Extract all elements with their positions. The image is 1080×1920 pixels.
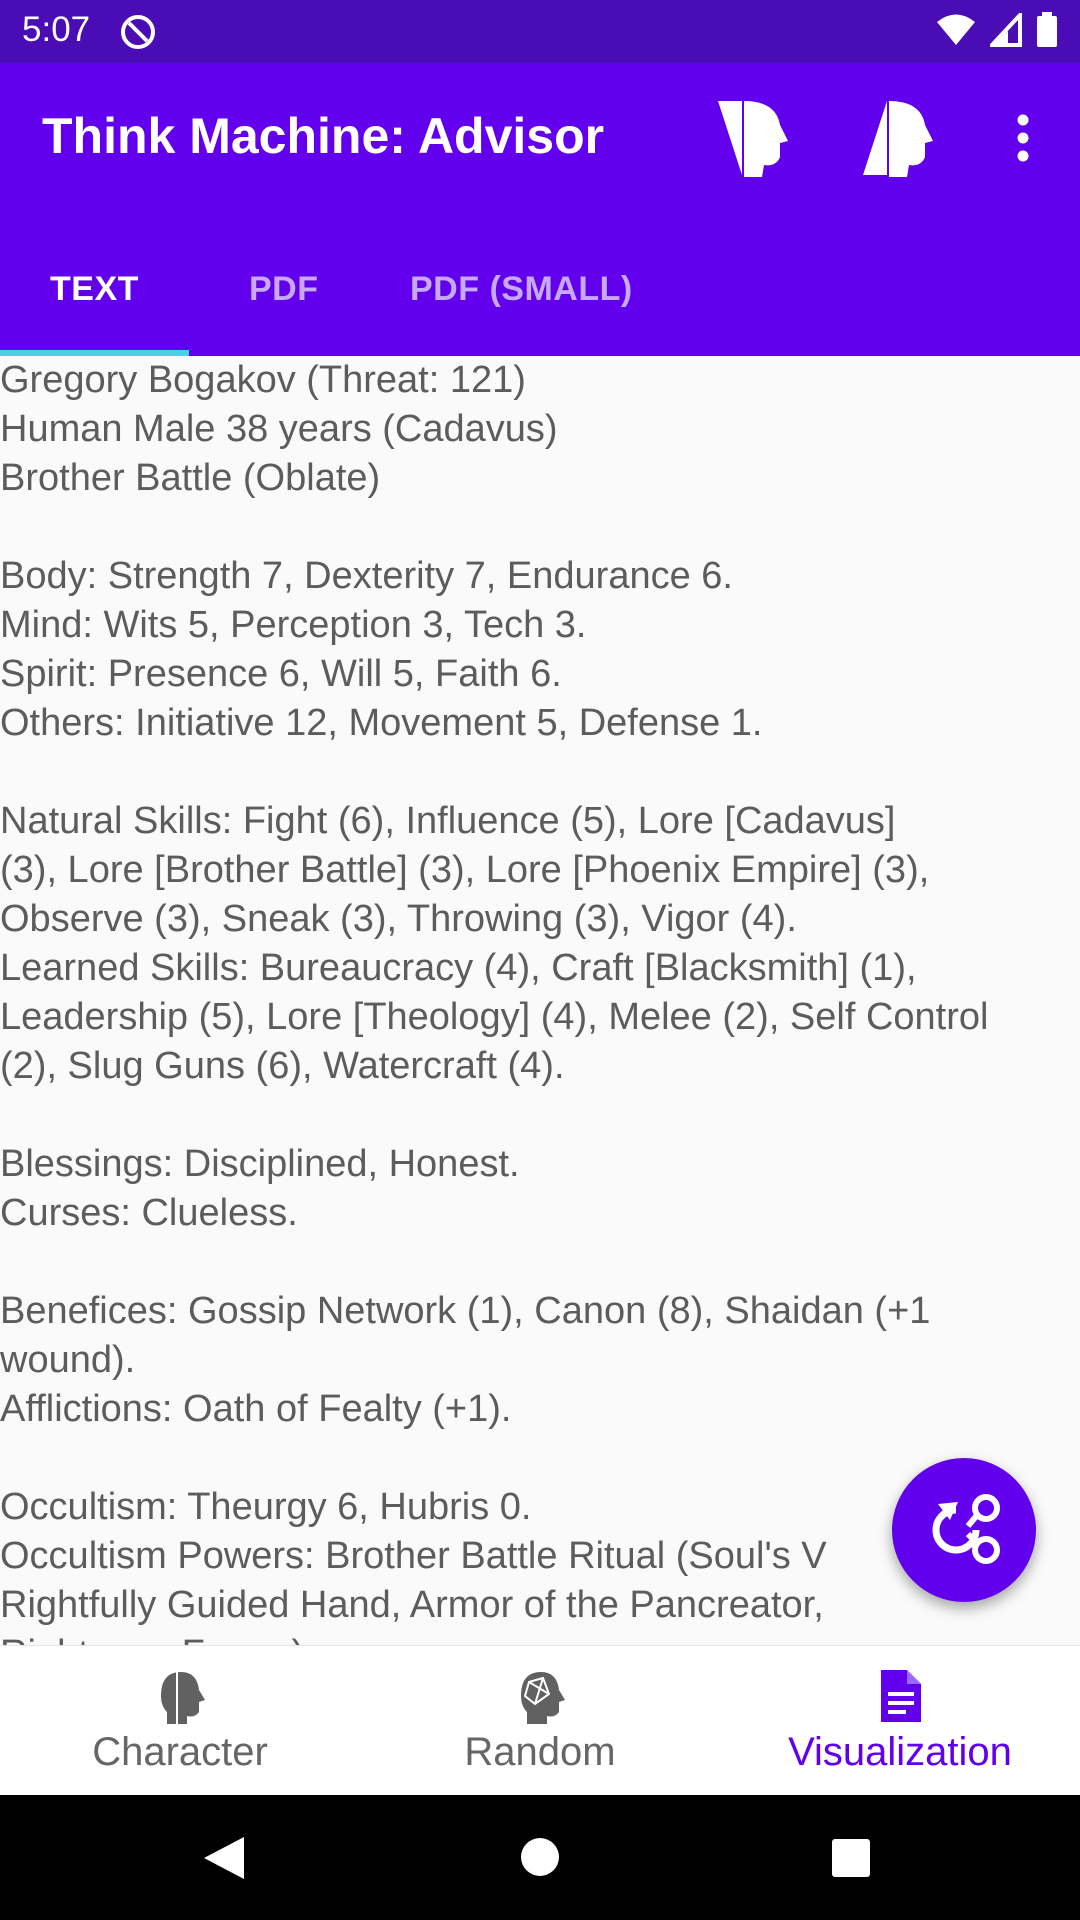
head-right-button[interactable] bbox=[855, 93, 945, 183]
content-line: Leadership (5), Lore [Theology] (4), Mel… bbox=[0, 996, 989, 1038]
content-line: wound). bbox=[0, 1339, 136, 1381]
share-refresh-icon bbox=[932, 1494, 1000, 1564]
home-icon[interactable] bbox=[519, 1836, 561, 1878]
character-text-content[interactable]: Gregory Bogakov (Threat: 121) Human Male … bbox=[0, 356, 1080, 1645]
status-time: 5:07 bbox=[22, 10, 91, 49]
app-title: Think Machine: Advisor bbox=[42, 108, 605, 164]
head-right-icon bbox=[863, 101, 933, 177]
content-line: (3), Lore [Brother Battle] (3), Lore [Ph… bbox=[0, 849, 930, 891]
tab-bar: TEXT PDF PDF (SMALL) bbox=[0, 210, 1080, 356]
content-line: Spirit: Presence 6, Will 5, Faith 6. bbox=[0, 653, 562, 695]
battery-icon bbox=[1037, 12, 1057, 47]
content-line: Natural Skills: Fight (6), Influence (5)… bbox=[0, 800, 896, 842]
sync-status-icon bbox=[121, 15, 155, 49]
content-line: Occultism: Theurgy 6, Hubris 0. bbox=[0, 1486, 532, 1528]
wifi-icon bbox=[937, 14, 975, 45]
document-icon bbox=[881, 1670, 921, 1722]
content-line: Curses: Clueless. bbox=[0, 1192, 298, 1234]
tab-text[interactable]: TEXT bbox=[50, 270, 139, 309]
content-line: Human Male 38 years (Cadavus) bbox=[0, 408, 558, 450]
tab-pdf[interactable]: PDF bbox=[249, 270, 319, 309]
nav-character-label: Character bbox=[92, 1730, 268, 1774]
overflow-menu-button[interactable] bbox=[978, 93, 1068, 183]
content-line: Afflictions: Oath of Fealty (+1). bbox=[0, 1388, 512, 1430]
content-line: (2), Slug Guns (6), Watercraft (4). bbox=[0, 1045, 565, 1087]
signal-icon bbox=[990, 13, 1022, 47]
content-line: Brother Battle (Oblate) bbox=[0, 457, 381, 499]
content-line: Rightfully Guided Hand, Armor of the Pan… bbox=[0, 1584, 824, 1626]
nav-random[interactable]: Random bbox=[360, 1646, 720, 1796]
random-head-icon bbox=[521, 1672, 565, 1724]
content-line: Learned Skills: Bureaucracy (4), Craft [… bbox=[0, 947, 917, 989]
nav-random-label: Random bbox=[464, 1730, 616, 1774]
share-fab[interactable] bbox=[892, 1458, 1036, 1602]
more-vert-icon bbox=[1017, 114, 1029, 162]
content-line: Benefices: Gossip Network (1), Canon (8)… bbox=[0, 1290, 931, 1332]
system-navigation-bar bbox=[0, 1795, 1080, 1920]
head-left-button[interactable] bbox=[710, 93, 800, 183]
recents-icon[interactable] bbox=[831, 1838, 871, 1878]
content-line: Blessings: Disciplined, Honest. bbox=[0, 1143, 520, 1185]
nav-visualization-label: Visualization bbox=[788, 1730, 1012, 1774]
status-bar: 5:07 bbox=[0, 0, 1080, 63]
nav-visualization[interactable]: Visualization bbox=[720, 1646, 1080, 1796]
content-line: Observe (3), Sneak (3), Throwing (3), Vi… bbox=[0, 898, 797, 940]
bottom-navigation: Character Random Visualization bbox=[0, 1645, 1080, 1796]
nav-character[interactable]: Character bbox=[0, 1646, 360, 1796]
tab-pdf-small[interactable]: PDF (SMALL) bbox=[410, 270, 633, 309]
app-bar: Think Machine: Advisor bbox=[0, 63, 1080, 210]
head-left-icon bbox=[718, 101, 788, 177]
content-line: Mind: Wits 5, Perception 3, Tech 3. bbox=[0, 604, 587, 646]
content-line: Righteous Fervor). bbox=[0, 1630, 315, 1645]
content-line: Body: Strength 7, Dexterity 7, Endurance… bbox=[0, 555, 733, 597]
content-line: Gregory Bogakov (Threat: 121) bbox=[0, 359, 526, 401]
content-line: Others: Initiative 12, Movement 5, Defen… bbox=[0, 702, 763, 744]
back-icon[interactable] bbox=[202, 1835, 246, 1881]
content-line: Occultism Powers: Brother Battle Ritual … bbox=[0, 1535, 827, 1577]
character-head-icon bbox=[161, 1672, 205, 1724]
